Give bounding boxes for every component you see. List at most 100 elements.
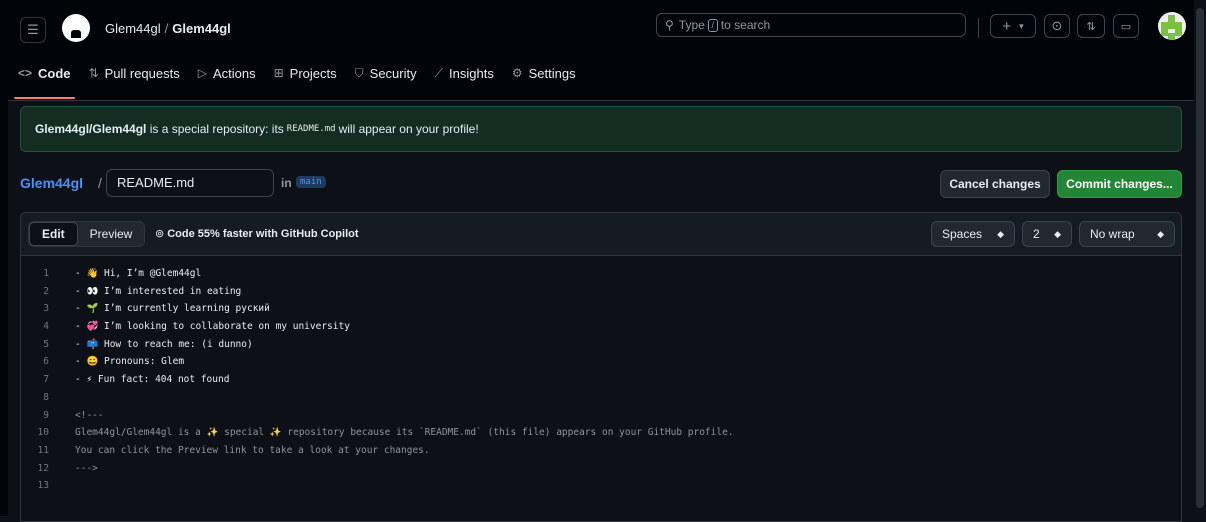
line-text: - 👀 I’m interested in eating xyxy=(75,285,242,297)
line-number: 10 xyxy=(37,427,49,439)
cancel-changes-button[interactable]: Cancel changes xyxy=(940,170,1050,198)
pull-request-icon: ⇅ xyxy=(1086,20,1096,33)
code-editor: Edit Preview ⊚ Code 55% faster with GitHu… xyxy=(20,212,1182,522)
wrap-mode-select[interactable]: No wrap ◆ xyxy=(1079,221,1175,247)
indent-size-value: 2 xyxy=(1033,227,1040,241)
table-icon: ⊞ xyxy=(273,66,284,80)
avatar[interactable] xyxy=(1158,12,1186,40)
code-icon: <> xyxy=(18,66,33,80)
tab-projects[interactable]: ⊞ Projects xyxy=(274,56,337,90)
pull-requests-button[interactable]: ⇅ xyxy=(1077,14,1105,38)
search-input[interactable]: ⚲ Type / to search xyxy=(656,13,966,37)
search-icon: ⚲ xyxy=(665,18,674,32)
line-number: 7 xyxy=(43,374,49,386)
notifications-button[interactable]: ▭ xyxy=(1113,14,1139,38)
repo-link[interactable]: Glem44gl xyxy=(20,175,83,191)
tab-label: Pull requests xyxy=(104,65,180,81)
banner-file-name: README.md xyxy=(286,124,336,134)
code-line[interactable]: 6 - 😄 Pronouns: Glem xyxy=(21,353,1181,371)
tab-pull-requests[interactable]: ⇅ Pull requests xyxy=(89,56,180,90)
tab-insights[interactable]: ⟋ Insights xyxy=(435,56,494,90)
chevron-down-icon: ▾ xyxy=(1019,20,1024,31)
line-number: 8 xyxy=(43,391,49,403)
indent-mode-select[interactable]: Spaces ◆ xyxy=(931,221,1015,247)
commit-changes-button[interactable]: Commit changes... xyxy=(1057,170,1182,198)
gear-icon: ⚙ xyxy=(511,66,523,80)
tab-label: Insights xyxy=(449,65,494,81)
search-shortcut-key: / xyxy=(707,18,718,32)
github-logo-icon[interactable] xyxy=(62,14,90,42)
line-number: 12 xyxy=(37,462,49,474)
code-line[interactable]: 1 - 👋 Hi, I’m @Glem44gl xyxy=(21,265,1181,283)
special-repo-banner: Glem44gl/Glem44gl is a special repositor… xyxy=(20,106,1182,152)
plus-icon: + xyxy=(1002,17,1012,35)
banner-text: is a special repository: its xyxy=(149,122,284,136)
line-number: 4 xyxy=(43,321,49,333)
tab-edit[interactable]: Edit xyxy=(29,222,78,246)
banner-repo-name: Glem44gl/Glem44gl xyxy=(35,122,147,136)
code-line[interactable]: 10 Glem44gl/Glem44gl is a ✨ special ✨ rep… xyxy=(21,424,1181,442)
line-text: - 🌱 I’m currently learning руский xyxy=(75,303,270,315)
line-text: <!--- xyxy=(75,409,104,421)
select-arrows-icon: ◆ xyxy=(1054,228,1061,239)
header-top-row: ☰ Glem44gl / Glem44gl ⚲ Type / to search +… xyxy=(8,8,1194,54)
line-number: 5 xyxy=(43,338,49,350)
file-name-bar: Glem44gl / README.md in main Cancel chan… xyxy=(20,169,1182,199)
breadcrumb-repo[interactable]: Glem44gl xyxy=(172,21,231,36)
breadcrumb-owner[interactable]: Glem44gl xyxy=(105,21,161,36)
copilot-promo[interactable]: ⊚ Code 55% faster with GitHub Copilot xyxy=(155,227,359,240)
branch-prefix-label: in xyxy=(281,176,292,190)
line-text: - 😄 Pronouns: Glem xyxy=(75,356,185,368)
line-number: 1 xyxy=(43,268,49,279)
search-placeholder-suffix: to search xyxy=(720,18,771,32)
tab-label: Actions xyxy=(212,65,256,81)
wrap-mode-value: No wrap xyxy=(1090,227,1135,241)
line-text: Glem44gl/Glem44gl is a ✨ special ✨ repos… xyxy=(75,427,734,439)
tab-label: Security xyxy=(369,65,417,81)
window-top-edge xyxy=(0,0,1206,8)
code-line[interactable]: 9 <!--- xyxy=(21,407,1181,425)
tab-security[interactable]: ⛉ Security xyxy=(355,56,417,90)
code-line[interactable]: 8 xyxy=(21,389,1181,407)
code-line[interactable]: 13 xyxy=(21,477,1181,495)
tab-actions[interactable]: ▷ Actions xyxy=(198,56,256,90)
line-number: 11 xyxy=(37,444,49,456)
tab-settings[interactable]: ⚙ Settings xyxy=(512,56,576,90)
tab-label: Code xyxy=(38,65,71,81)
play-icon: ▷ xyxy=(197,66,207,80)
create-new-button[interactable]: + ▾ xyxy=(990,14,1036,38)
line-number: 13 xyxy=(37,480,49,492)
edit-preview-toggle: Edit Preview xyxy=(28,221,146,247)
code-line[interactable]: 7 - ⚡ Fun fact: 404 not found xyxy=(21,371,1181,389)
code-line[interactable]: 12 ---> xyxy=(21,460,1181,478)
code-line[interactable]: 2 - 👀 I’m interested in eating xyxy=(21,283,1181,301)
line-text: - 📫 How to reach me: (i dunno) xyxy=(75,338,253,350)
page: ☰ Glem44gl / Glem44gl ⚲ Type / to search +… xyxy=(8,8,1194,522)
code-area[interactable]: 1 - 👋 Hi, I’m @Glem44gl 2 - 👀 I’m intereste… xyxy=(21,265,1181,495)
inbox-icon: ▭ xyxy=(1120,20,1132,33)
code-line[interactable]: 3 - 🌱 I’m currently learning руский xyxy=(21,300,1181,318)
code-line[interactable]: 5 - 📫 How to reach me: (i dunno) xyxy=(21,336,1181,354)
pull-request-icon: ⇅ xyxy=(88,66,99,80)
tab-preview[interactable]: Preview xyxy=(78,222,145,246)
issues-button[interactable]: ⊙ xyxy=(1044,14,1070,38)
line-text: - 💞️ I’m looking to collaborate on my un… xyxy=(75,321,350,333)
window-scrollbar-track xyxy=(1194,0,1206,516)
filename-input[interactable]: README.md xyxy=(106,169,274,197)
scrollbar-thumb[interactable] xyxy=(1196,8,1204,508)
repo-nav: <> Code ⇅ Pull requests ▷ Actions ⊞ Projects… xyxy=(8,56,1204,99)
editor-toolbar: Edit Preview ⊚ Code 55% faster with GitHu… xyxy=(21,213,1181,256)
indent-size-select[interactable]: 2 ◆ xyxy=(1022,221,1072,247)
menu-button[interactable]: ☰ xyxy=(20,17,46,43)
copilot-promo-text: Code 55% faster with GitHub Copilot xyxy=(167,228,359,240)
shield-icon: ⛉ xyxy=(354,65,364,80)
tab-code[interactable]: <> Code xyxy=(14,56,74,99)
code-line[interactable]: 4 - 💞️ I’m looking to collaborate on my u… xyxy=(21,318,1181,336)
select-arrows-icon: ◆ xyxy=(1157,228,1164,239)
line-text: - 👋 Hi, I’m @Glem44gl xyxy=(75,268,202,279)
branch-badge: main xyxy=(296,176,326,188)
line-number: 2 xyxy=(43,285,49,297)
line-text: You can click the Preview link to take a… xyxy=(75,444,430,456)
code-line[interactable]: 11 You can click the Preview link to take… xyxy=(21,442,1181,460)
graph-icon: ⟋ xyxy=(434,65,444,80)
